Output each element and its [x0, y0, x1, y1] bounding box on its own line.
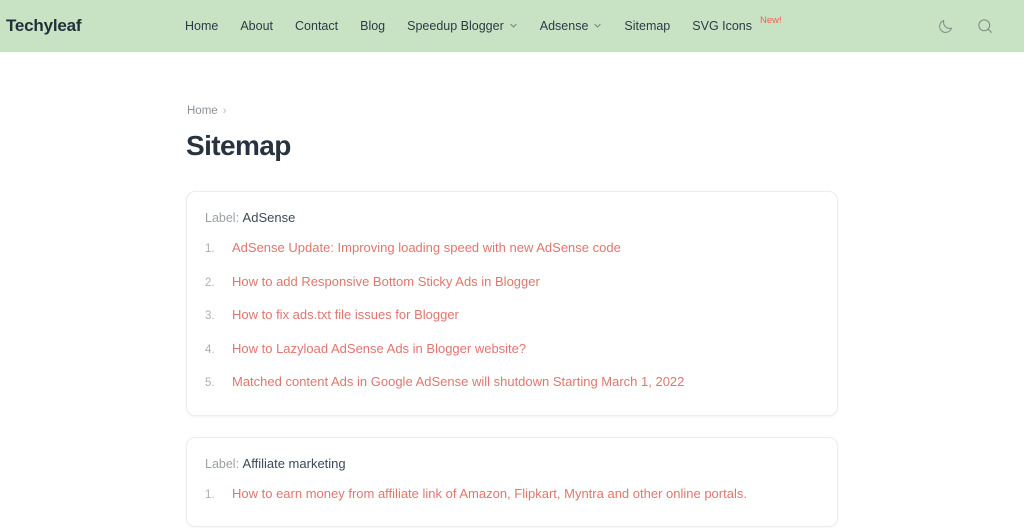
- nav-item-contact[interactable]: Contact: [284, 0, 349, 52]
- list-item-number: 1.: [205, 488, 215, 501]
- post-link[interactable]: How to Lazyload AdSense Ads in Blogger w…: [232, 340, 526, 358]
- post-link[interactable]: How to fix ads.txt file issues for Blogg…: [232, 306, 459, 324]
- page-title: Sitemap: [186, 130, 291, 161]
- card-label-prefix: Label:: [205, 211, 240, 225]
- card-label-prefix: Label:: [205, 456, 240, 471]
- header-actions: [932, 13, 1004, 39]
- list-item: 4. How to Lazyload AdSense Ads in Blogger…: [203, 332, 821, 366]
- list-item-number: 2.: [205, 276, 215, 289]
- chevron-down-icon: [593, 21, 602, 30]
- card-label-value: Affiliate marketing: [242, 455, 346, 471]
- card-label: Label: Affiliate marketing: [203, 456, 821, 471]
- card-label: Label: AdSense: [203, 210, 821, 225]
- search-icon: [976, 17, 994, 35]
- nav-item-label: Contact: [295, 19, 339, 33]
- sitemap-card: Label: AdSense 1. AdSense Update: Improvin…: [186, 191, 838, 416]
- nav-item-blog[interactable]: Blog: [349, 0, 396, 52]
- main-content: Home › Sitemap Label: AdSense 1. AdSense U…: [0, 105, 1024, 528]
- list-item: 3. How to fix ads.txt file issues for Blo…: [203, 298, 821, 332]
- list-item-number: 1.: [205, 243, 215, 255]
- content-container: Home › Sitemap Label: AdSense 1. AdSense U…: [186, 105, 838, 528]
- post-link[interactable]: How to earn money from affiliate link of…: [232, 485, 747, 503]
- list-item-number: 5.: [205, 377, 215, 390]
- post-link[interactable]: AdSense Update: Improving loading speed …: [232, 239, 621, 257]
- nav-item-label: Speedup Blogger: [407, 19, 504, 33]
- nav-item-home[interactable]: Home: [174, 0, 229, 52]
- list-item: 5. Matched content Ads in Google AdSense …: [203, 365, 821, 399]
- site-logo[interactable]: Techyleaf: [6, 16, 174, 36]
- post-link[interactable]: Matched content Ads in Google AdSense wi…: [232, 373, 684, 391]
- card-label-value: AdSense: [242, 210, 296, 225]
- nav-item-label: Home: [185, 19, 219, 33]
- nav-item-label: Blog: [360, 19, 386, 33]
- moon-icon: [937, 18, 954, 35]
- nav-item-label: SVG Icons: [692, 19, 753, 33]
- nav-item-label: Sitemap: [624, 19, 671, 33]
- list-item: 1. How to earn money from affiliate link …: [203, 477, 821, 511]
- nav-item-speedup-blogger[interactable]: Speedup Blogger: [396, 0, 529, 52]
- sitemap-card: Label: Affiliate marketing 1. How to earn …: [186, 436, 838, 528]
- nav-item-adsense[interactable]: Adsense: [529, 0, 614, 52]
- list-item: 2. How to add Responsive Bottom Sticky Ad…: [203, 265, 821, 299]
- post-list: 1. How to earn money from affiliate link …: [203, 477, 821, 511]
- nav-item-about[interactable]: About: [229, 0, 284, 52]
- nav-item-svg-icons[interactable]: SVG Icons New!: [681, 0, 792, 52]
- main-navigation: Home About Contact Blog Speedup Blogger Adsen…: [174, 0, 932, 52]
- list-item: 1. AdSense Update: Improving loading spee…: [203, 231, 821, 265]
- list-item-number: 4.: [205, 343, 215, 356]
- breadcrumb: Home ›: [186, 105, 838, 117]
- list-item-number: 3.: [205, 310, 215, 323]
- breadcrumb-item-home[interactable]: Home: [187, 105, 218, 117]
- nav-item-new-badge: New!: [760, 15, 782, 26]
- sitemap-card-list: Label: AdSense 1. AdSense Update: Improvin…: [186, 191, 838, 528]
- post-list: 1. AdSense Update: Improving loading spee…: [203, 231, 821, 399]
- nav-item-sitemap[interactable]: Sitemap: [613, 0, 681, 52]
- dark-mode-toggle[interactable]: [932, 13, 958, 39]
- search-button[interactable]: [972, 13, 998, 39]
- post-link[interactable]: How to add Responsive Bottom Sticky Ads …: [232, 273, 540, 291]
- nav-item-label: Adsense: [539, 19, 589, 33]
- chevron-down-icon: [509, 21, 518, 30]
- nav-item-label: About: [240, 19, 274, 33]
- breadcrumb-separator-icon: ›: [222, 105, 227, 117]
- site-header: Techyleaf Home About Contact Blog Speedup Bl…: [0, 0, 1024, 52]
